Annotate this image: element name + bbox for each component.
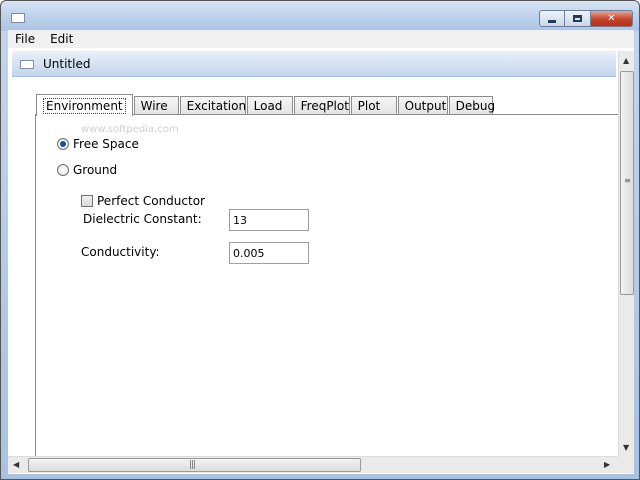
scroll-down-icon[interactable]: ▼ (623, 443, 629, 452)
horizontal-scrollbar[interactable]: ◀ ||| ▶ (8, 456, 618, 473)
menu-bar: File Edit (8, 30, 634, 48)
tab-load[interactable]: Load (246, 96, 293, 115)
perfect-conductor-option[interactable]: Perfect Conductor (81, 194, 205, 208)
scroll-up-icon[interactable]: ▲ (623, 56, 629, 65)
document-window-icon (20, 60, 34, 69)
free-space-label: Free Space (73, 137, 139, 151)
tab-freqplot[interactable]: FreqPlot (293, 96, 350, 115)
ground-label: Ground (73, 163, 118, 177)
free-space-radio[interactable] (57, 138, 69, 150)
grip-icon: ≡ (624, 176, 631, 185)
dielectric-constant-label: Dielectric Constant: (83, 212, 202, 226)
vertical-scroll-thumb[interactable]: ≡ (620, 71, 634, 295)
tab-output[interactable]: Output (397, 96, 448, 115)
minimize-button[interactable] (539, 10, 565, 27)
tab-strip: Environment Wire Excitation Load FreqPlo… (36, 93, 495, 116)
close-icon: ✕ (607, 13, 616, 24)
grip-icon: ||| (189, 460, 196, 470)
dielectric-constant-input[interactable] (229, 209, 309, 231)
scroll-corner (618, 456, 634, 473)
document-title: Untitled (43, 57, 91, 71)
menu-file[interactable]: File (8, 32, 43, 46)
perfect-conductor-checkbox[interactable] (81, 195, 93, 207)
free-space-option[interactable]: Free Space (57, 137, 139, 151)
vertical-scrollbar[interactable]: ▲ ≡ ▼ (618, 51, 634, 456)
maximize-button[interactable] (565, 10, 591, 27)
main-window: ✕ File Edit Untitled Environment Wire Ex… (0, 0, 640, 480)
perfect-conductor-label: Perfect Conductor (97, 194, 205, 208)
maximize-icon (573, 15, 582, 22)
ground-radio[interactable] (57, 164, 69, 176)
window-controls: ✕ (539, 10, 633, 27)
mdi-client-area: Untitled Environment Wire Excitation Loa… (8, 48, 634, 474)
tab-plot[interactable]: Plot (350, 96, 397, 115)
close-button[interactable]: ✕ (591, 10, 633, 27)
environment-panel: www.softpedia.com Free Space Ground Perf… (35, 114, 618, 456)
horizontal-scroll-thumb[interactable]: ||| (28, 458, 361, 472)
document-title-bar[interactable]: Untitled (12, 51, 616, 77)
watermark: www.softpedia.com (81, 124, 179, 135)
scroll-right-icon[interactable]: ▶ (604, 460, 610, 469)
tab-environment[interactable]: Environment (36, 94, 133, 116)
conductivity-label: Conductivity: (81, 245, 160, 259)
title-bar[interactable]: ✕ (1, 1, 639, 31)
menu-edit[interactable]: Edit (43, 32, 81, 46)
scroll-left-icon[interactable]: ◀ (13, 460, 19, 469)
tab-wire[interactable]: Wire (133, 96, 179, 115)
conductivity-input[interactable] (229, 242, 309, 264)
ground-option[interactable]: Ground (57, 163, 117, 177)
app-window-icon (11, 13, 25, 23)
tab-debug[interactable]: Debug (448, 96, 495, 115)
minimize-icon (548, 20, 556, 23)
tab-excitation[interactable]: Excitation (179, 96, 246, 115)
